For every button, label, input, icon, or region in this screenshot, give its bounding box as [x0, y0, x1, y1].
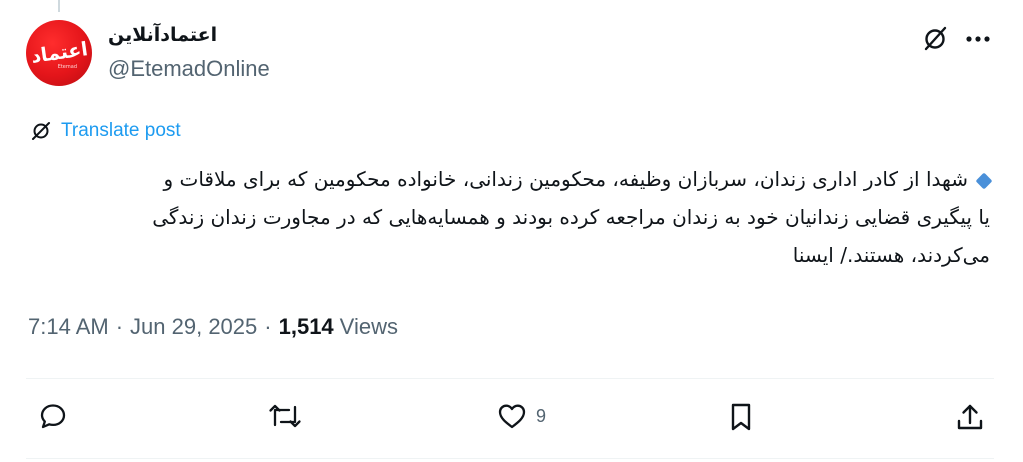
- author-display-name[interactable]: اعتمادآنلاین: [108, 24, 217, 46]
- grok-button[interactable]: [920, 24, 950, 54]
- post-metadata: 7:14 AM · Jun 29, 2025 · 1,514 Views: [28, 314, 398, 340]
- post-text-line: یا پیگیری قضایی زندانیان خود به زندان مر…: [152, 205, 990, 229]
- avatar-logo-subtext: Etemad: [57, 64, 77, 70]
- avatar[interactable]: اعتماد Etemad: [26, 20, 92, 86]
- more-icon: [966, 36, 990, 42]
- more-options-button[interactable]: [962, 25, 994, 53]
- bookmark-icon: [731, 403, 751, 431]
- heart-icon: [498, 404, 526, 429]
- reply-button[interactable]: [38, 401, 68, 431]
- divider-top: [26, 378, 994, 379]
- repost-icon: [269, 404, 301, 428]
- translate-post-link[interactable]: Translate post: [30, 120, 181, 142]
- views-count[interactable]: 1,514: [279, 314, 334, 340]
- thread-connector-line: [58, 0, 60, 12]
- post-text-line-1: شهدا از کادر اداری زندان، سربازان وظیفه،…: [163, 167, 968, 191]
- views-label[interactable]: Views: [340, 314, 398, 340]
- repost-button[interactable]: [268, 401, 302, 431]
- post-text-line: می‌کردند، هستند./ ایسنا: [792, 243, 990, 267]
- translate-post-label: Translate post: [61, 120, 181, 141]
- author-handle[interactable]: @EtemadOnline: [108, 56, 270, 82]
- like-button[interactable]: 9: [496, 401, 546, 431]
- bookmark-button[interactable]: [726, 401, 756, 433]
- post-text-line: شهدا از کادر اداری زندان، سربازان وظیفه،…: [26, 160, 993, 198]
- post-time[interactable]: 7:14 AM: [28, 314, 109, 340]
- meta-separator: ·: [264, 314, 272, 339]
- post-text: شهدا از کادر اداری زندان، سربازان وظیفه،…: [26, 160, 993, 274]
- grok-icon: [924, 26, 947, 51]
- reply-icon: [40, 404, 66, 429]
- like-count: 9: [536, 405, 547, 426]
- share-icon: [957, 404, 983, 430]
- share-button[interactable]: [954, 401, 986, 433]
- meta-separator: ·: [115, 314, 124, 339]
- post-date[interactable]: Jun 29, 2025: [130, 314, 257, 340]
- divider-bottom: [26, 458, 994, 459]
- grok-translate-icon: [32, 122, 50, 140]
- blue-diamond-icon: [975, 172, 993, 189]
